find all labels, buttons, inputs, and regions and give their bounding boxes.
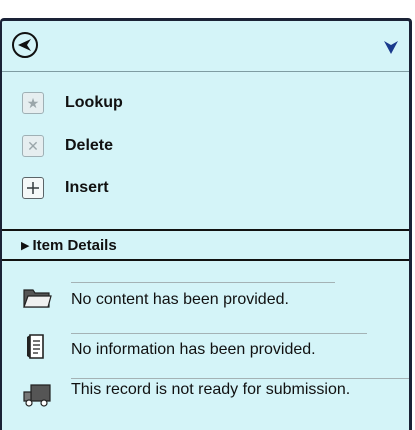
insert-label: Insert: [65, 179, 109, 196]
truck-icon: [23, 384, 51, 407]
divider: [71, 333, 367, 334]
x-icon: ✕: [22, 135, 44, 157]
info-text: No information has been provided.: [71, 341, 316, 358]
delete-label: Delete: [65, 137, 114, 154]
back-icon[interactable]: [11, 31, 39, 59]
info-text: No content has been provided.: [71, 291, 289, 308]
chevron-down-icon[interactable]: [383, 39, 399, 55]
info-text: This record is not ready for submission.: [71, 381, 351, 398]
item-details-toggle[interactable]: ▶ Item Details: [2, 229, 409, 261]
delete-button[interactable]: ✕ Delete: [22, 132, 113, 160]
divider: [71, 282, 335, 283]
expand-triangle-icon: ▶: [21, 239, 30, 252]
folder-icon: [23, 289, 52, 308]
plus-icon: [22, 177, 44, 199]
section-title: Item Details: [32, 236, 117, 254]
lookup-button[interactable]: ★ Lookup: [22, 89, 123, 117]
divider: [71, 378, 409, 379]
insert-button[interactable]: Insert: [22, 174, 109, 202]
panel-header: [2, 21, 409, 72]
lookup-label: Lookup: [65, 94, 123, 111]
document-icon: [27, 334, 44, 359]
main-panel: ★ Lookup ✕ Delete Insert ▶ Item Details …: [0, 18, 412, 430]
star-icon: ★: [22, 92, 44, 114]
